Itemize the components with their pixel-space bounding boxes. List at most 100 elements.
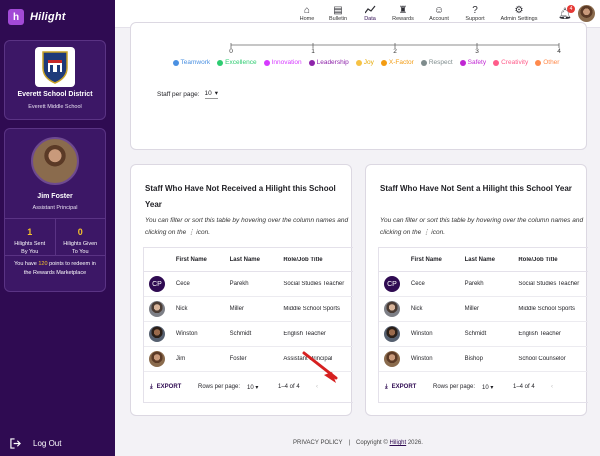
sent-stat: 1 Hilights Sent By You (5, 219, 55, 255)
column-last-name[interactable]: Last Name (230, 257, 284, 263)
legend-dot (459, 59, 466, 66)
axis-tick-label: 3 (475, 48, 479, 55)
copyright-brand-link[interactable]: Hilight (389, 440, 406, 446)
role-cell: Social Studies Teacher (518, 281, 580, 287)
brand-name: Hilight (30, 11, 66, 23)
download-icon: ⤓ (385, 383, 388, 390)
export-label: EXPORT (391, 384, 417, 390)
nav-rewards[interactable]: ♜ Rewards (383, 5, 423, 22)
legend-item-other[interactable]: Other (535, 59, 559, 66)
last-name-cell: Schmidt (464, 331, 487, 337)
hilights-chart-panel: 0 1 2 3 4 Teamwork Excellence Innovation… (130, 22, 587, 150)
school-name: Everett Middle School (28, 104, 82, 110)
nav-support[interactable]: ? Support (455, 5, 495, 22)
copyright-year: 2026. (407, 440, 423, 446)
legend-dot (493, 59, 500, 66)
table-row: Winston Bishop School Counselor (379, 347, 588, 372)
rows-per-page: Rows per page: 10 ▾ (198, 384, 278, 391)
logout-icon (10, 438, 21, 449)
legend-label: Safety (467, 59, 487, 66)
panel-title: Staff Who Have Not Sent a Hilight this S… (380, 184, 572, 193)
axis-tick-label: 4 (557, 48, 561, 55)
legend-item-innovation[interactable]: Innovation (263, 59, 302, 66)
export-label: EXPORT (156, 384, 182, 390)
staff-per-page-value: 10 (204, 89, 212, 97)
legend-item-leadership[interactable]: Leadership (308, 59, 349, 66)
last-name-cell: Miller (229, 306, 244, 312)
download-icon: ⤓ (150, 383, 153, 390)
school-card: Everett School District Everett Middle S… (4, 40, 106, 120)
avatar (149, 351, 165, 367)
annotation-arrow (302, 351, 338, 383)
points-prefix: You have (14, 261, 39, 267)
privacy-policy-link[interactable]: PRIVACY POLICY (293, 440, 342, 446)
avatar: CP (149, 276, 165, 292)
column-first-name[interactable]: First Name (176, 257, 230, 263)
column-first-name[interactable]: First Name (411, 257, 465, 263)
legend-item-x-factor[interactable]: X-Factor (380, 59, 414, 66)
legend-dot (172, 59, 179, 66)
panel-note: You can filter or sort this table by hov… (145, 217, 349, 236)
table-row: CP Cece Parekh Social Studies Teacher (379, 272, 588, 297)
legend-item-respect[interactable]: Respect (420, 59, 453, 66)
table-row: Nick Miller Middle School Sports (144, 297, 353, 322)
sidebar: h Hilight Everett School District Everet… (0, 0, 115, 456)
legend-label: Innovation (271, 59, 302, 66)
table-footer: ⤓ EXPORT Rows per page: 10 ▾ 1–4 of 4 ‹ (379, 372, 588, 402)
legend-item-safety[interactable]: Safety (459, 59, 487, 66)
brand-logo[interactable]: h Hilight (8, 9, 66, 25)
legend-label: Excellence (225, 59, 257, 66)
table-row: CP Cece Parekh Social Studies Teacher (144, 272, 353, 297)
footer-separator: | (348, 440, 351, 446)
caret-down-icon: ▾ (490, 384, 494, 391)
given-label-line-1: Hilights Given (63, 241, 98, 247)
nav-admin-settings[interactable]: ⚙ Admin Settings (497, 5, 541, 22)
role-cell: English Teacher (283, 331, 326, 337)
last-name-cell: Parekh (229, 281, 249, 287)
legend-item-joy[interactable]: Joy (355, 59, 374, 66)
export-button[interactable]: ⤓ EXPORT (385, 384, 433, 391)
legend-item-creativity[interactable]: Creativity (493, 59, 528, 66)
rows-per-page-value: 10 (482, 384, 489, 391)
rows-per-page-select[interactable]: 10 ▾ (482, 384, 493, 391)
first-name-cell: Jim (175, 356, 186, 362)
column-role[interactable]: Role/Job Title (283, 257, 353, 263)
avatar-cell (144, 351, 176, 367)
rows-per-page-select[interactable]: 10 ▾ (247, 384, 258, 391)
caret-down-icon: ▾ (255, 384, 259, 391)
nav-account[interactable]: ☺ Account (419, 5, 459, 22)
column-role[interactable]: Role/Job Title (518, 257, 588, 263)
hilight-stats: 1 Hilights Sent By You 0 Hilights Given … (5, 218, 105, 255)
legend-label: X-Factor (388, 59, 414, 66)
legend-label: Respect (428, 59, 453, 66)
account-icon: ☺ (433, 5, 445, 16)
profile-avatar[interactable] (578, 5, 595, 22)
last-name-cell: Bishop (464, 356, 483, 362)
table-row: Winston Schmidt English Teacher (379, 322, 588, 347)
staff-per-page: Staff per page: 10 ▾ (157, 89, 219, 99)
hilight-logo-icon: h (8, 9, 24, 25)
staff-per-page-select[interactable]: 10 ▾ (204, 89, 219, 99)
legend-dot (217, 59, 224, 66)
first-name-cell: Nick (410, 306, 423, 312)
column-last-name[interactable]: Last Name (465, 257, 519, 263)
export-button[interactable]: ⤓ EXPORT (150, 384, 198, 391)
sent-count: 1 (27, 227, 33, 237)
axis-tick-label: 2 (393, 48, 397, 55)
avatar (384, 301, 400, 317)
avatar-cell: CP (379, 276, 411, 292)
given-count: 0 (77, 227, 83, 237)
legend-label: Joy (363, 59, 374, 66)
first-name-cell: Winston (175, 331, 198, 337)
legend-item-excellence[interactable]: Excellence (217, 59, 257, 66)
caret-down-icon: ▾ (214, 90, 219, 97)
legend-label: Other (543, 59, 560, 66)
legend-dot (380, 59, 387, 66)
chart-axis: 0 1 2 3 4 (229, 43, 561, 55)
logout-button[interactable]: Log Out (10, 438, 61, 449)
legend-label: Teamwork (180, 59, 211, 66)
legend-item-teamwork[interactable]: Teamwork (172, 59, 211, 66)
avatar-cell (379, 301, 411, 317)
staff-table: First Name Last Name Role/Job Title CP C… (378, 247, 588, 403)
chevron-left-icon[interactable]: ‹ (551, 384, 553, 390)
